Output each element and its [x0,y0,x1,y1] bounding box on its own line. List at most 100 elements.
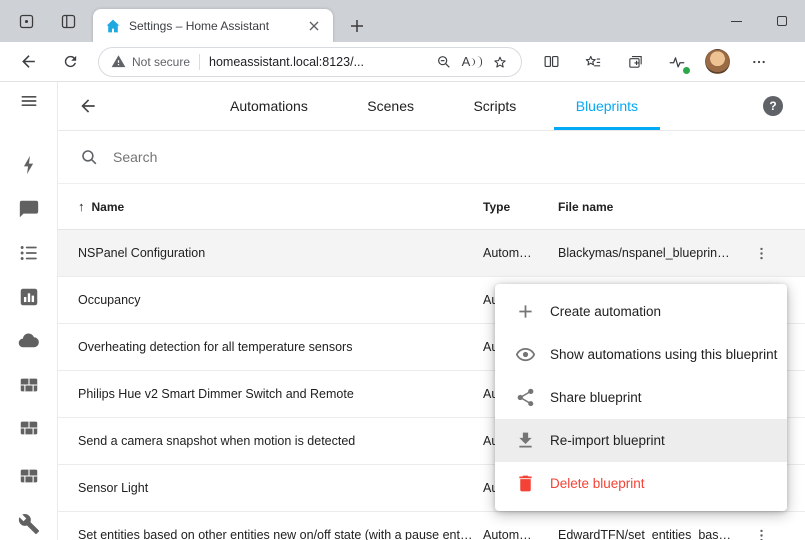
menu-item-show-automations[interactable]: Show automations using this blueprint [495,333,787,376]
titlebar-left-buttons [14,9,80,33]
sidebar-item-todo[interactable] [9,237,49,269]
profile-avatar[interactable] [705,49,730,74]
favorites-button[interactable] [580,49,606,75]
sidebar-item-developer-tools[interactable] [9,508,49,540]
sidebar-menu-button[interactable] [9,82,49,119]
column-header-file[interactable]: File name [558,200,741,214]
ha-sidebar [0,82,58,540]
minimize-button[interactable] [713,0,759,42]
sidebar-item-dashboard-2[interactable] [9,412,49,444]
sidebar-item-dashboard-1[interactable] [9,369,49,401]
tab-label: Scenes [367,98,414,114]
favorites-icon [584,53,602,71]
column-header-name[interactable]: ↑ Name [78,199,483,214]
tab-scripts[interactable]: Scripts [451,82,538,130]
menu-item-delete-blueprint[interactable]: Delete blueprint [495,462,787,505]
not-secure-warning-icon [111,54,126,69]
share-icon [515,387,536,408]
menu-item-create-automation[interactable]: Create automation [495,290,787,333]
bar-chart-icon [18,286,40,308]
row-name: Occupancy [78,293,483,307]
collections-icon [627,53,644,70]
new-tab-button[interactable] [344,13,370,39]
row-file: Blackymas/nspanel_blueprin… [558,246,741,260]
list-icon [18,242,40,264]
read-aloud-button[interactable]: A [461,51,483,73]
window-controls [713,0,805,42]
row-type: Autom… [483,528,558,540]
row-overflow-button[interactable] [747,239,775,267]
address-bar[interactable]: Not secure homeassistant.local:8123/... … [98,47,522,77]
sort-ascending-icon: ↑ [78,199,85,214]
menu-item-reimport-blueprint[interactable]: Re-import blueprint [495,419,787,462]
add-favorite-button[interactable] [489,51,511,73]
tab-blueprints[interactable]: Blueprints [554,82,660,130]
tab-scenes[interactable]: Scenes [345,82,436,130]
row-name: Sensor Light [78,481,483,495]
refresh-icon [62,53,79,70]
menu-item-label: Share blueprint [550,390,642,405]
omnibox-divider [199,54,200,70]
plus-icon [515,301,536,322]
row-file: EdwardTFN/set_entities_bas… [558,528,741,540]
ha-header: Automations Scenes Scripts Blueprints ? [58,82,805,131]
eye-icon [515,344,536,365]
tab-label: Blueprints [576,98,638,114]
menu-item-label: Re-import blueprint [550,433,665,448]
row-overflow-button[interactable] [747,521,775,540]
vertical-tabs-icon [60,13,77,30]
tab-close-button[interactable] [305,17,323,35]
blueprint-context-menu: Create automation Show automations using… [495,284,787,511]
url-text[interactable]: homeassistant.local:8123/... [209,55,427,69]
download-icon [515,430,536,451]
cloud-icon [17,329,40,352]
menu-item-label: Show automations using this blueprint [550,347,777,362]
wrench-icon [18,513,40,535]
table-row[interactable]: NSPanel Configuration Autom… Blackymas/n… [58,230,805,277]
back-arrow-icon [78,96,98,116]
help-button[interactable]: ? [763,96,783,116]
maximize-icon [777,16,787,26]
read-aloud-icon: A [462,54,471,69]
browser-titlebar: Settings – Home Assistant [0,0,805,42]
security-label[interactable]: Not secure [132,55,190,69]
column-label: Name [92,200,125,214]
refresh-button[interactable] [56,48,84,76]
ha-back-button[interactable] [74,92,102,120]
essentials-green-badge [682,66,691,75]
search-icon [80,148,99,167]
vertical-tabs-button[interactable] [56,9,80,33]
help-icon: ? [769,99,776,113]
menu-item-share-blueprint[interactable]: Share blueprint [495,376,787,419]
collections-button[interactable] [622,49,648,75]
sidebar-item-cloud[interactable] [9,325,49,357]
tab-title: Settings – Home Assistant [129,19,305,33]
browser-essentials-button[interactable] [664,49,690,75]
browser-toolbar: Not secure homeassistant.local:8123/... … [0,42,805,82]
table-row[interactable]: Set entities based on other entities new… [58,512,805,540]
zoom-button[interactable] [433,51,455,73]
search-input[interactable]: Search [58,131,805,184]
browser-tab[interactable]: Settings – Home Assistant [93,9,333,42]
panel-icon [18,417,40,439]
maximize-button[interactable] [759,0,805,42]
trash-icon [515,473,536,494]
sidebar-item-dashboard-3[interactable] [9,460,49,492]
workspaces-icon [18,13,35,30]
lightning-icon [18,154,40,176]
tab-label: Scripts [473,98,516,114]
split-screen-button[interactable] [538,49,564,75]
back-button[interactable] [14,48,42,76]
sidebar-item-energy[interactable] [9,149,49,181]
sidebar-item-history[interactable] [9,281,49,313]
home-assistant-favicon [105,18,121,34]
workspaces-button[interactable] [14,9,38,33]
browser-menu-button[interactable] [746,49,772,75]
tab-label: Automations [230,98,308,114]
column-header-type[interactable]: Type [483,200,558,214]
panel-icon [18,465,40,487]
sidebar-item-media[interactable] [9,193,49,225]
tab-automations[interactable]: Automations [208,82,330,130]
menu-item-label: Create automation [550,304,661,319]
menu-item-label: Delete blueprint [550,476,645,491]
